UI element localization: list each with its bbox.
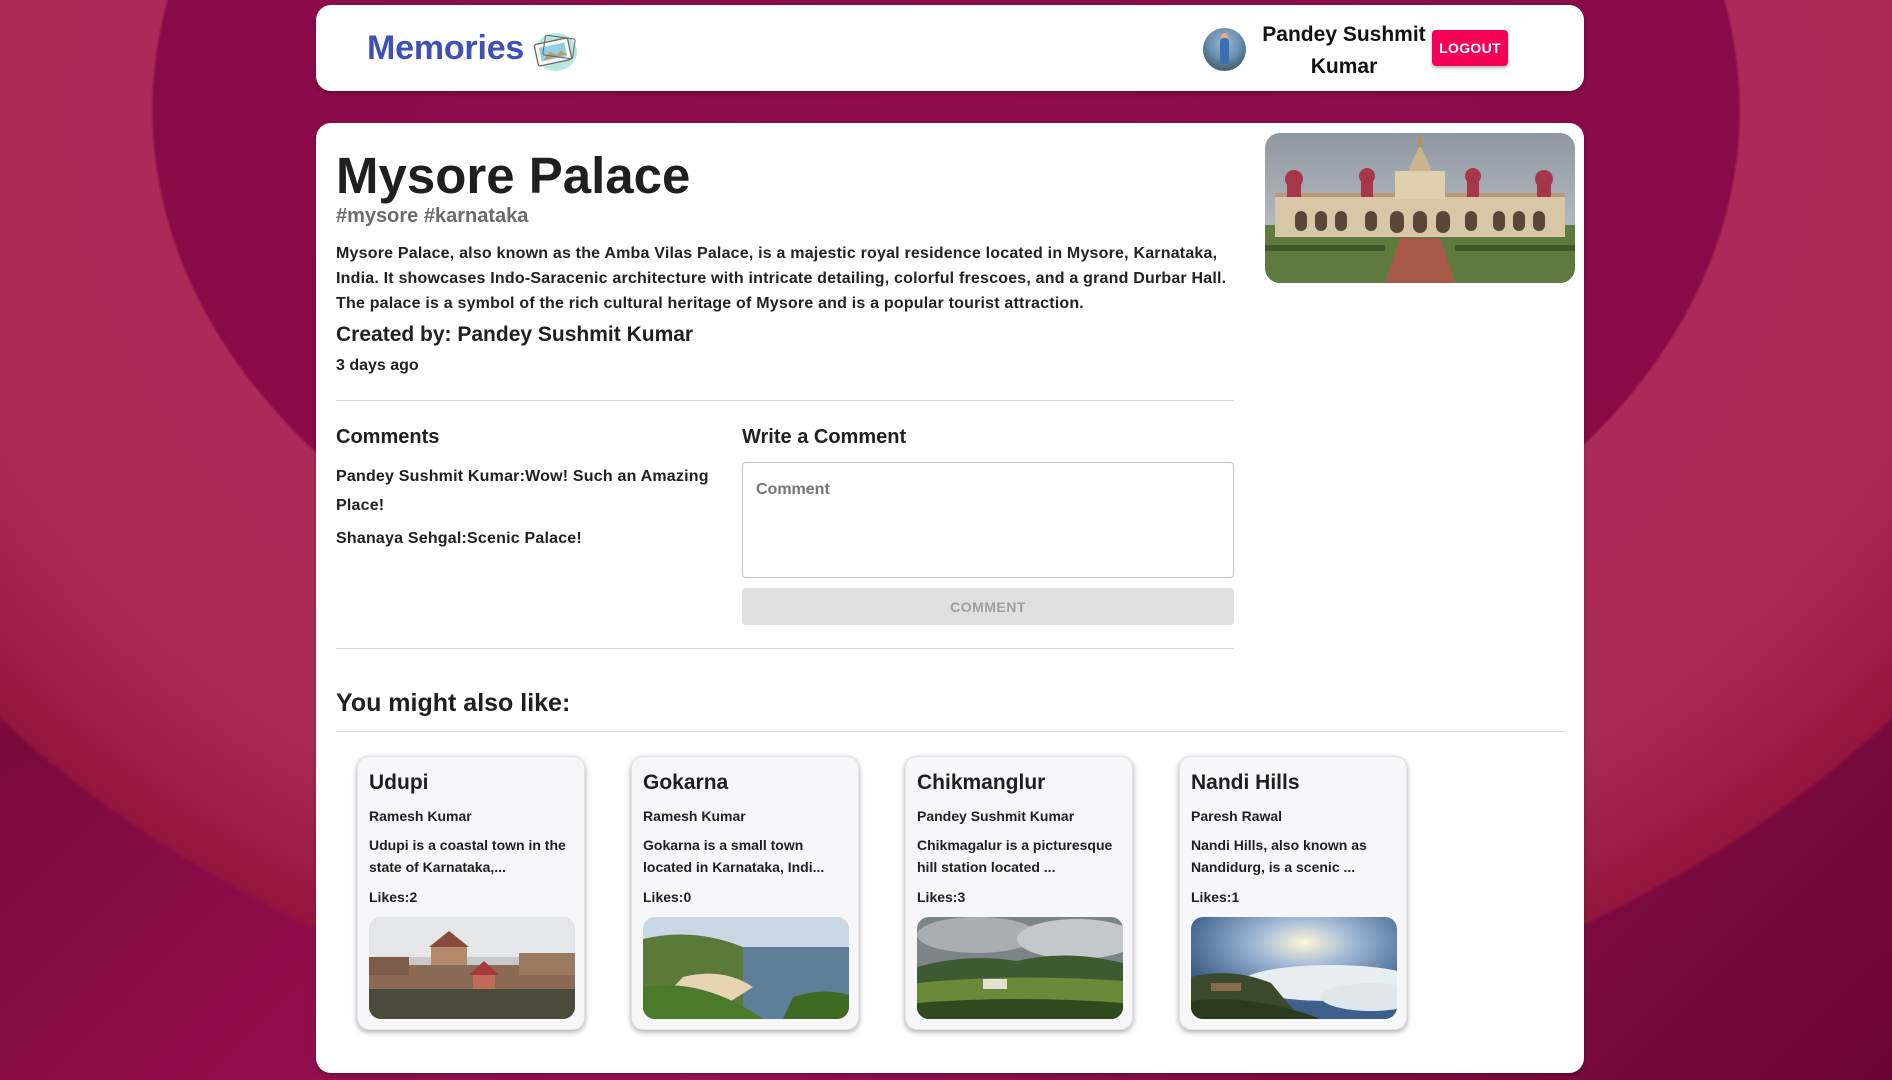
- recommended-post-likes: Likes:1: [1191, 889, 1240, 905]
- recommended-post-message: Nandi Hills, also known as Nandidurg, is…: [1191, 837, 1367, 875]
- recommended-post-likes: Likes:3: [917, 889, 966, 905]
- comment-item: Pandey Sushmit Kumar:Wow! Such an Amazin…: [336, 468, 709, 514]
- post-timestamp: 3 days ago: [336, 357, 419, 374]
- recommended-post-message: Gokarna is a small town located in Karna…: [643, 837, 825, 875]
- user-avatar: [1203, 28, 1246, 71]
- post-description: Mysore Palace, also known as the Amba Vi…: [336, 245, 1227, 312]
- recommended-post-image: [917, 917, 1123, 1019]
- recommended-post-title: Gokarna: [643, 771, 729, 794]
- post-image: [1265, 133, 1575, 283]
- recommended-post-message: Chikmagalur is a picturesque hill statio…: [917, 837, 1113, 875]
- divider: [336, 731, 1564, 732]
- recommended-post-likes: Likes:2: [369, 889, 418, 905]
- recommended-post-card[interactable]: Udupi Ramesh Kumar Udupi is a coastal to…: [357, 756, 585, 1030]
- recommended-post-likes: Likes:0: [643, 889, 692, 905]
- comment-item: Shanaya Sehgal:Scenic Palace!: [336, 530, 582, 547]
- recommended-post-image: [643, 917, 849, 1019]
- brand-title[interactable]: Memories: [367, 29, 524, 68]
- comments-heading: Comments: [336, 426, 440, 448]
- recommended-post-card[interactable]: Chikmanglur Pandey Sushmit Kumar Chikmag…: [905, 756, 1133, 1030]
- post-title: Mysore Palace: [336, 147, 691, 204]
- recommendations-heading: You might also like:: [336, 689, 571, 717]
- divider: [336, 648, 1234, 649]
- recommended-post-message: Udupi is a coastal town in the state of …: [369, 837, 566, 875]
- recommended-post-author: Ramesh Kumar: [643, 808, 746, 824]
- post-tags: #mysore #karnataka: [336, 205, 529, 227]
- app-bar: Memories Pandey Sushmit Kumar LOGOUT: [316, 5, 1584, 91]
- logout-button[interactable]: LOGOUT: [1432, 30, 1508, 66]
- comment-input[interactable]: [742, 462, 1234, 578]
- post-creator: Created by: Pandey Sushmit Kumar: [336, 323, 694, 346]
- write-comment-heading: Write a Comment: [742, 426, 907, 448]
- recommended-post-title: Udupi: [369, 771, 429, 794]
- recommended-post-author: Pandey Sushmit Kumar: [917, 808, 1075, 824]
- recommended-post-image: [1191, 917, 1397, 1019]
- recommended-post-title: Nandi Hills: [1191, 771, 1300, 794]
- recommended-post-author: Ramesh Kumar: [369, 808, 472, 824]
- recommended-post-card[interactable]: Nandi Hills Paresh Rawal Nandi Hills, al…: [1179, 756, 1407, 1030]
- user-name: Pandey Sushmit Kumar: [1262, 23, 1426, 78]
- recommended-post-author: Paresh Rawal: [1191, 808, 1283, 824]
- recommended-post-image: [369, 917, 575, 1019]
- memories-logo-icon: [530, 27, 580, 73]
- recommended-post-card[interactable]: Gokarna Ramesh Kumar Gokarna is a small …: [631, 756, 859, 1030]
- recommended-post-title: Chikmanglur: [917, 771, 1046, 794]
- comment-submit-button[interactable]: COMMENT: [742, 588, 1234, 625]
- divider: [336, 400, 1234, 401]
- post-details-card: Mysore Palace #mysore #karnataka Mysore …: [316, 123, 1584, 1073]
